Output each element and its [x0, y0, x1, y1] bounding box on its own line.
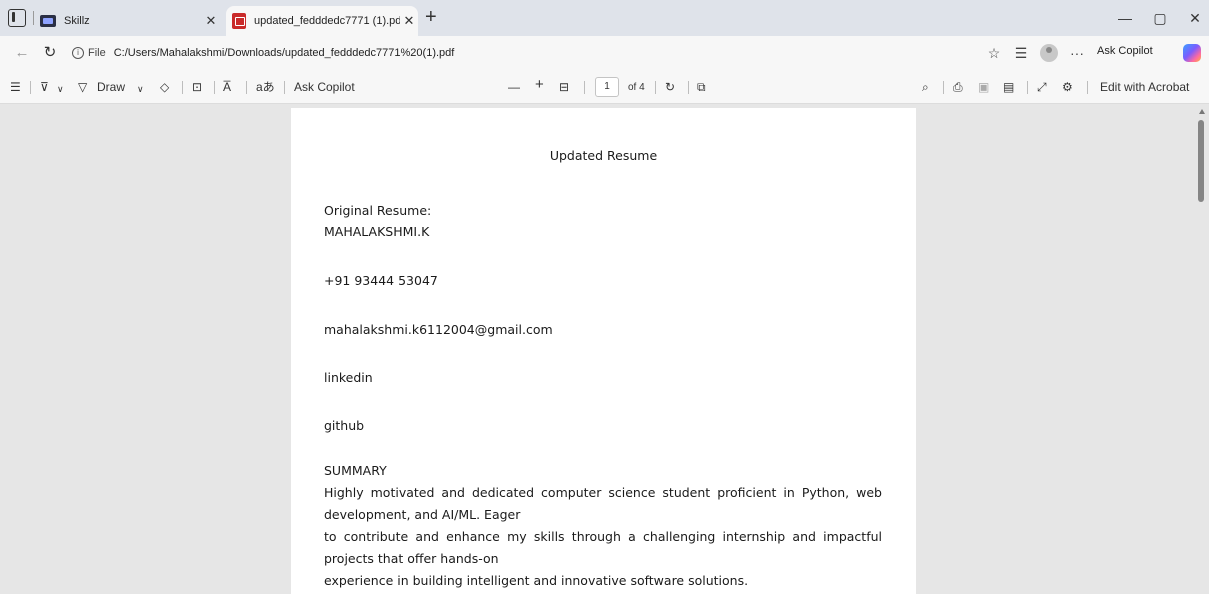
doc-line: projects that offer hands-on [324, 551, 499, 566]
tab-bar: Skillz ✕ updated_fedddedc7771 (1).pdf ✕ … [0, 0, 1209, 36]
zoom-in-button[interactable]: + [535, 77, 544, 93]
doc-line: linkedin [324, 370, 373, 385]
address-bar: ← ↻ i File C:/Users/Mahalakshmi/Download… [0, 36, 1209, 70]
draw-button[interactable]: Draw [97, 79, 125, 95]
refresh-icon[interactable]: ↻ [41, 44, 59, 62]
tab-separator [33, 11, 34, 25]
doc-line: MAHALAKSHMI.K [324, 224, 430, 239]
doc-line: github [324, 418, 365, 433]
doc-line: Original Resume: [324, 203, 432, 218]
eraser-icon[interactable]: ◇ [160, 79, 169, 95]
toolbar-separator [943, 81, 944, 94]
vertical-scrollbar[interactable] [1195, 105, 1209, 594]
pdf-toolbar: ☰ ⊽ ∨ ▽ Draw ∨ ◇ ⊡ A̅ aあ Ask Copilot — +… [0, 70, 1209, 104]
fullscreen-icon[interactable]: ⤢ [1037, 79, 1047, 95]
search-icon[interactable]: ⌕ [922, 79, 929, 95]
url-field[interactable]: i File C:/Users/Mahalakshmi/Downloads/up… [72, 41, 1050, 65]
draw-dropdown-icon[interactable]: ∨ [137, 81, 144, 97]
maximize-icon[interactable]: ▢ [1150, 10, 1170, 26]
page-count-label: of 4 [628, 82, 645, 93]
more-options-icon[interactable]: ··· [1068, 45, 1086, 61]
pdf-favicon-icon [232, 13, 246, 29]
text-box-icon[interactable]: ⊡ [192, 79, 202, 95]
tab-skillz[interactable]: Skillz ✕ [40, 6, 220, 36]
doc-line: to contribute and enhance my skills thro… [324, 529, 882, 544]
favorites-icon[interactable]: ☰ [1012, 45, 1030, 61]
doc-line: mahalakshmi.k6112004@gmail.com [324, 322, 553, 337]
toolbar-separator [655, 81, 656, 94]
doc-line: development, and AI/ML. Eager [324, 507, 521, 522]
url-text: C:/Users/Mahalakshmi/Downloads/updated_f… [113, 47, 455, 59]
profile-icon[interactable] [1040, 44, 1058, 62]
minimize-icon[interactable]: — [1115, 10, 1135, 26]
star-icon[interactable]: ☆ [985, 45, 1003, 61]
toolbar-separator [284, 81, 285, 94]
toolbar-separator [30, 81, 31, 94]
tab-title: updated_fedddedc7771 (1).pdf [254, 15, 400, 27]
rotate-icon[interactable]: ↻ [665, 79, 675, 95]
page-number-input[interactable]: 1 [595, 77, 619, 97]
highlight-icon[interactable]: ⊽ [40, 79, 49, 95]
toolbar-separator [1087, 81, 1088, 94]
page-view-icon[interactable]: ⧉ [697, 79, 706, 95]
zoom-out-button[interactable]: — [508, 79, 520, 95]
toolbar-separator [246, 81, 247, 94]
pdf-viewport[interactable]: Updated Resume Original Resume: MAHALAKS… [0, 105, 1209, 594]
tab-title: Skillz [64, 15, 90, 27]
new-tab-icon[interactable]: + [425, 7, 437, 27]
tab-close-icon[interactable]: ✕ [400, 13, 418, 29]
tab-actions-icon[interactable] [8, 9, 26, 27]
toolbar-separator [1027, 81, 1028, 94]
ask-copilot-pdf-button[interactable]: Ask Copilot [294, 79, 355, 95]
doc-line: SUMMARY [324, 463, 387, 478]
ask-copilot-button[interactable]: Ask Copilot [1097, 45, 1153, 57]
scroll-up-icon[interactable] [1199, 109, 1205, 114]
doc-line: experience in building intelligent and i… [324, 573, 749, 588]
gear-icon[interactable]: ⚙ [1062, 79, 1073, 95]
pdf-page: Updated Resume Original Resume: MAHALAKS… [291, 108, 916, 594]
draw-icon[interactable]: ▽ [78, 79, 87, 95]
toolbar-separator [214, 81, 215, 94]
url-scheme-label: File [88, 47, 106, 59]
info-icon[interactable]: i [72, 47, 84, 59]
fit-page-icon[interactable]: ⊟ [559, 79, 569, 95]
save-as-icon[interactable]: ▤ [1003, 79, 1014, 95]
highlight-dropdown-icon[interactable]: ∨ [57, 81, 64, 97]
print-icon[interactable]: ⎙ [953, 79, 963, 95]
tab-close-icon[interactable]: ✕ [202, 13, 220, 29]
document-title: Updated Resume [549, 148, 658, 163]
edit-with-acrobat-button[interactable]: Edit with Acrobat [1100, 79, 1189, 95]
contents-icon[interactable]: ☰ [10, 79, 21, 95]
doc-line: +91 93444 53047 [324, 273, 438, 288]
read-aloud-icon[interactable]: A̅ [223, 79, 231, 95]
save-icon[interactable]: ▣ [978, 79, 989, 95]
copilot-icon[interactable] [1183, 44, 1201, 62]
toolbar-separator [688, 81, 689, 94]
tab-pdf[interactable]: updated_fedddedc7771 (1).pdf ✕ [226, 6, 418, 36]
close-window-icon[interactable]: ✕ [1185, 10, 1205, 26]
translate-icon[interactable]: aあ [256, 79, 275, 95]
toolbar-separator [584, 81, 585, 94]
back-arrow-icon[interactable]: ← [13, 44, 31, 62]
scroll-thumb[interactable] [1198, 120, 1204, 202]
skillz-favicon-icon [40, 15, 56, 27]
toolbar-separator [182, 81, 183, 94]
doc-line: Highly motivated and dedicated computer … [324, 485, 882, 500]
